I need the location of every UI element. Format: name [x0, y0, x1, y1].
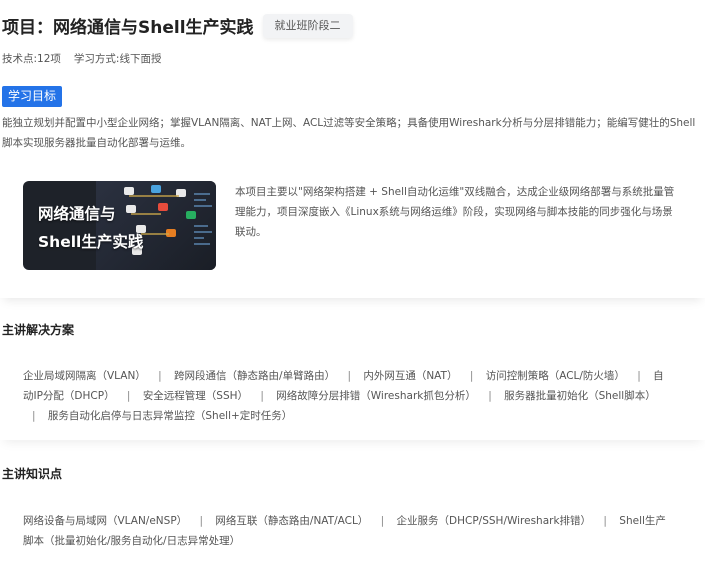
list-separator: |	[469, 370, 474, 382]
title-row: 项目：网络通信与Shell生产实践 就业班阶段二	[2, 13, 353, 38]
project-cover-image: 网络通信与 Shell生产实践	[23, 181, 216, 270]
list-separator: |	[488, 390, 492, 402]
list-separator: |	[380, 515, 385, 527]
project-header-card: 项目：网络通信与Shell生产实践 就业班阶段二 技术点:12项 学习方式:线下…	[0, 0, 705, 298]
learning-goal-text: 能独立规划并配置中小型企业网络；掌握VLAN隔离、NAT上网、ACL过滤等安全策…	[2, 117, 696, 149]
list-separator: |	[637, 370, 641, 382]
list-item: 跨网段通信（静态路由/单臂路由）	[174, 370, 336, 382]
list-separator: |	[158, 370, 162, 382]
meta-row: 技术点:12项 学习方式:线下面授	[2, 51, 161, 66]
list-separator: |	[603, 515, 607, 527]
knowledge-section-title: 主讲知识点	[2, 467, 63, 481]
list-separator: |	[199, 515, 204, 527]
study-mode: 学习方式:线下面授	[73, 53, 162, 65]
solutions-panel: 企业局域网隔离（VLAN） | 跨网段通信（静态路由/单臂路由） | 内外网互通…	[0, 350, 705, 440]
list-item: 企业服务（DHCP/SSH/Wireshark排错）	[396, 515, 592, 527]
solutions-section-title: 主讲解决方案	[2, 323, 75, 337]
cover-title-line1: 网络通信与	[38, 205, 116, 223]
list-item: 网络故障分层排错（Wireshark抓包分析）	[276, 390, 476, 402]
learning-goal-tag: 学习目标	[2, 86, 63, 107]
stage-badge: 就业班阶段二	[262, 13, 353, 38]
project-intro-text: 本项目主要以"网络架构搭建 + Shell自动化运维"双线融合，达成企业级网络部…	[235, 186, 675, 238]
list-item: 安全远程管理（SSH）	[142, 390, 249, 402]
list-item: 服务器批量初始化（Shell脚本）	[504, 390, 656, 402]
list-item: 企业局域网隔离（VLAN）	[23, 370, 146, 382]
list-item: 访问控制策略（ACL/防火墙）	[485, 370, 625, 382]
list-separator: |	[126, 390, 131, 402]
tech-points-count: 技术点:12项	[2, 53, 61, 65]
list-separator: |	[347, 370, 351, 382]
knowledge-list: 网络设备与局域网（VLAN/eNSP） | 网络互联（静态路由/NAT/ACL）…	[23, 511, 668, 551]
knowledge-panel: 网络设备与局域网（VLAN/eNSP） | 网络互联（静态路由/NAT/ACL）…	[0, 494, 705, 573]
list-item: 网络互联（静态路由/NAT/ACL）	[215, 515, 369, 527]
cover-title-line2: Shell生产实践	[38, 233, 144, 251]
cover-title: 网络通信与 Shell生产实践	[38, 200, 143, 256]
page-title: 项目：网络通信与Shell生产实践	[2, 18, 254, 38]
list-separator: |	[260, 390, 264, 402]
list-separator: |	[32, 410, 36, 422]
list-item: 服务自动化启停与日志异常监控（Shell+定时任务）	[47, 410, 293, 422]
solutions-list: 企业局域网隔离（VLAN） | 跨网段通信（静态路由/单臂路由） | 内外网互通…	[23, 366, 668, 426]
list-item: 网络设备与局域网（VLAN/eNSP）	[23, 515, 188, 527]
list-item: 内外网互通（NAT）	[363, 370, 458, 382]
